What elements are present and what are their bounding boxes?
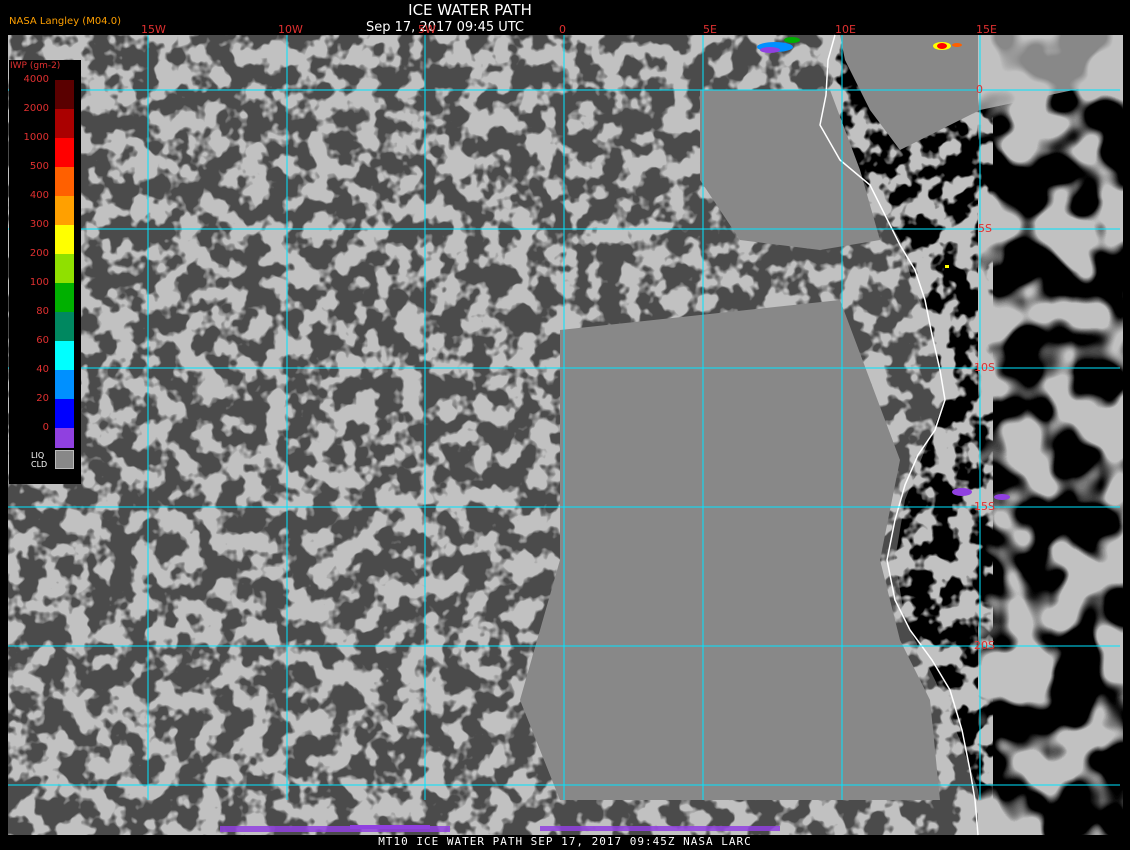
credit-label: NASA Langley (M04.0) xyxy=(9,16,121,27)
color-legend: IWP (gm-2) 4000 2000 1000 500 400 300 200 100 80… xyxy=(9,60,81,484)
legend-color-swatch xyxy=(55,196,74,225)
legend-color-swatch xyxy=(55,109,74,138)
legend-color-swatch xyxy=(55,283,74,312)
liquid-cloud-swatch xyxy=(55,450,74,469)
longitude-label: 15E xyxy=(976,23,997,36)
legend-units: IWP (gm-2) xyxy=(10,61,61,71)
latitude-label: 5S xyxy=(978,222,992,235)
liquid-cloud-label: CLD xyxy=(31,460,48,469)
legend-color-swatch xyxy=(55,225,74,254)
legend-tick-label: 20 xyxy=(36,393,49,404)
liquid-cloud-label: LIQ xyxy=(31,451,45,460)
legend-color-swatch xyxy=(55,80,74,109)
legend-tick-label: 500 xyxy=(29,161,49,172)
legend-color-swatch xyxy=(55,428,74,448)
legend-tick-label: 4000 xyxy=(23,74,49,85)
legend-tick-label: 80 xyxy=(36,306,49,317)
latitude-label: 10S xyxy=(974,361,995,374)
legend-color-swatch xyxy=(55,138,74,167)
legend-tick-label: 200 xyxy=(29,248,49,259)
legend-color-swatch xyxy=(55,370,74,399)
liquid-cloud-field xyxy=(8,35,1123,835)
ice-water-path-map xyxy=(0,0,1130,850)
longitude-label: 0 xyxy=(559,23,566,36)
map-footer: MT10 ICE WATER PATH SEP 17, 2017 09:45Z … xyxy=(378,835,752,848)
longitude-label: 10E xyxy=(835,23,856,36)
latitude-label: 0 xyxy=(976,83,983,96)
legend-color-swatch xyxy=(55,399,74,428)
map-timestamp: Sep 17, 2017 09:45 UTC xyxy=(365,20,525,35)
legend-tick-label: 2000 xyxy=(23,103,49,114)
longitude-label: 5E xyxy=(703,23,717,36)
longitude-label: 10W xyxy=(278,23,303,36)
longitude-label: 15W xyxy=(141,23,166,36)
legend-tick-label: 60 xyxy=(36,335,49,346)
legend-color-swatch xyxy=(55,341,74,370)
latitude-label: 20S xyxy=(974,639,995,652)
map-title: ICE WATER PATH xyxy=(408,1,532,19)
legend-tick-label: 40 xyxy=(36,364,49,375)
legend-tick-label: 300 xyxy=(29,219,49,230)
legend-color-swatch xyxy=(55,167,74,196)
legend-color-swatch xyxy=(55,254,74,283)
longitude-label: 5W xyxy=(418,23,436,36)
legend-tick-label: 1000 xyxy=(23,132,49,143)
legend-tick-label: 400 xyxy=(29,190,49,201)
latitude-label: 15S xyxy=(974,500,995,513)
legend-tick-label: 0 xyxy=(42,422,49,433)
legend-color-swatch xyxy=(55,312,74,341)
legend-tick-label: 100 xyxy=(29,277,49,288)
